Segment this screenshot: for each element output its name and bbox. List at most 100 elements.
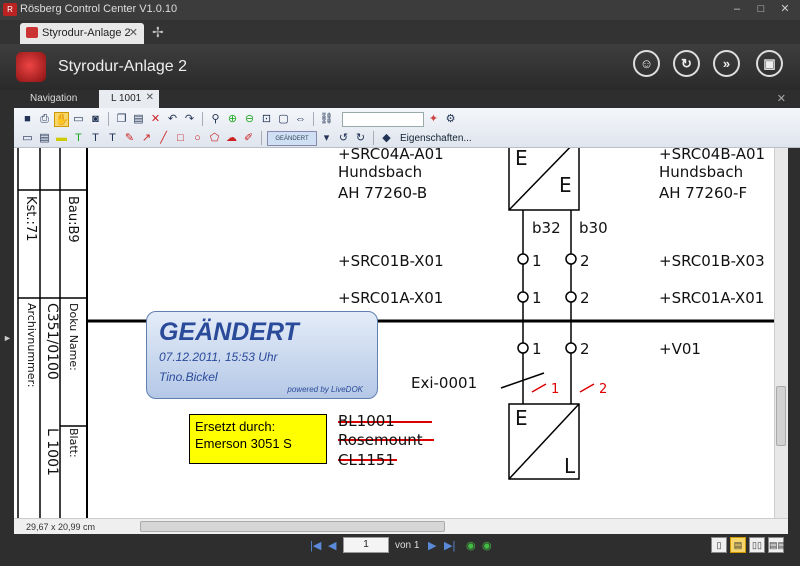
window-edge bbox=[788, 148, 800, 534]
separator bbox=[373, 131, 374, 145]
forward-nav-icon[interactable]: ◉ bbox=[482, 539, 492, 552]
stamp-date: 07.12.2011, 15:53 Uhr bbox=[159, 350, 278, 364]
maximize-button[interactable]: □ bbox=[750, 2, 772, 16]
pin-2: 2 bbox=[580, 252, 590, 270]
pen-icon[interactable]: ✎ bbox=[122, 131, 137, 146]
cloud-icon[interactable]: ☁ bbox=[224, 131, 239, 146]
tools-icon[interactable]: ⚙ bbox=[443, 112, 458, 127]
pin-1: 1 bbox=[532, 340, 542, 358]
save-icon[interactable]: ■ bbox=[20, 112, 35, 127]
highlight-icon[interactable]: ✐ bbox=[241, 131, 256, 146]
changed-stamp[interactable]: GEÄNDERT 07.12.2011, 15:53 Uhr Tino.Bick… bbox=[146, 311, 378, 399]
pin-2: 2 bbox=[580, 289, 590, 307]
navigation-collapsed-strip[interactable]: ► bbox=[0, 108, 14, 534]
close-button[interactable]: ✕ bbox=[774, 2, 796, 16]
vertical-scroll-thumb[interactable] bbox=[776, 386, 786, 446]
left-terminal-a: +SRC01A-X01 bbox=[338, 289, 444, 307]
two-page-view-icon[interactable]: ▯▯ bbox=[749, 537, 765, 553]
terminal-b30: b30 bbox=[579, 219, 608, 237]
new-tab-icon[interactable]: ✢ bbox=[152, 24, 164, 41]
note-line1: Ersetzt durch: bbox=[195, 419, 276, 434]
pin-2: 2 bbox=[580, 340, 590, 358]
exi-label: Exi-0001 bbox=[411, 374, 478, 392]
underline-icon[interactable]: T bbox=[105, 131, 120, 146]
continuous-view-icon[interactable]: ▤ bbox=[730, 537, 746, 553]
tab-styrodur-anlage[interactable]: Styrodur-Anlage 2 ✕ bbox=[20, 23, 144, 44]
close-pane-icon[interactable]: ✕ bbox=[777, 92, 786, 105]
left-tag: +SRC04A-A01 bbox=[338, 148, 444, 163]
image-icon[interactable]: ▣ bbox=[756, 50, 783, 77]
tab-document[interactable]: L 1001 ✕ bbox=[99, 90, 159, 108]
zoom-out-icon[interactable]: ⊖ bbox=[242, 112, 257, 127]
dropdown-icon[interactable]: ▾ bbox=[319, 131, 334, 146]
right-terminal-a: +SRC01A-X01 bbox=[659, 289, 765, 307]
copy-icon[interactable]: ❐ bbox=[114, 112, 129, 127]
redo-icon[interactable]: ↷ bbox=[182, 112, 197, 127]
strikeout-icon[interactable]: T bbox=[88, 131, 103, 146]
close-tab-icon[interactable]: ✕ bbox=[146, 92, 154, 103]
right-terminal-b: +SRC01B-X03 bbox=[659, 252, 765, 270]
block-top-e2: E bbox=[559, 173, 572, 197]
callout-icon[interactable]: ▬ bbox=[54, 131, 69, 146]
last-page-icon[interactable]: ▶| bbox=[444, 539, 455, 552]
arrow-icon[interactable]: ↗ bbox=[139, 131, 154, 146]
replacement-note[interactable]: Ersetzt durch: Emerson 3051 S bbox=[189, 414, 327, 464]
vertical-scrollbar[interactable] bbox=[774, 148, 788, 518]
horizontal-scroll-thumb[interactable] bbox=[140, 521, 445, 532]
markup-icon[interactable]: ✦ bbox=[426, 112, 441, 127]
pan-hand-icon[interactable]: ✋ bbox=[54, 111, 69, 127]
zoom-icon[interactable]: ⚲ bbox=[208, 112, 223, 127]
fit-width-icon[interactable]: ⇔ bbox=[293, 112, 308, 127]
next-page-icon[interactable]: ▶ bbox=[428, 539, 436, 552]
close-tab-icon[interactable]: ✕ bbox=[129, 26, 138, 39]
paste-icon[interactable]: ▤ bbox=[131, 112, 146, 127]
sheet-value: L 1001 bbox=[44, 428, 60, 476]
fit-page-icon[interactable]: ⊡ bbox=[259, 112, 274, 127]
first-page-icon[interactable]: |◀ bbox=[310, 539, 321, 552]
expand-icon[interactable]: ► bbox=[3, 333, 12, 343]
app-window: R Rösberg Control Center V1.0.10 – □ ✕ S… bbox=[0, 0, 800, 566]
undo-icon[interactable]: ↶ bbox=[165, 112, 180, 127]
cost-center-label: Kst.:71 bbox=[23, 196, 38, 242]
two-page-continuous-view-icon[interactable]: ▤▤ bbox=[768, 537, 786, 553]
redline-1: 1 bbox=[551, 382, 560, 397]
rotate-left-icon[interactable]: ↺ bbox=[336, 131, 351, 146]
layer-select[interactable] bbox=[342, 111, 424, 127]
redline-2: 2 bbox=[599, 382, 608, 397]
properties-icon[interactable]: ◆ bbox=[379, 131, 394, 146]
rectangle-icon[interactable]: □ bbox=[173, 131, 188, 146]
page-count: von 1 bbox=[395, 540, 420, 551]
drawing-canvas[interactable]: Kst.:71 Bau:B9 Archivnummer: Doku Name: … bbox=[14, 148, 774, 518]
delete-icon[interactable]: ✕ bbox=[148, 112, 163, 127]
print-icon[interactable]: ⎙ bbox=[37, 112, 52, 127]
properties-button[interactable]: Eigenschaften... bbox=[400, 133, 472, 144]
actual-size-icon[interactable]: ▢ bbox=[276, 112, 291, 127]
block-top-e: E bbox=[515, 148, 528, 170]
single-page-view-icon[interactable]: ▯ bbox=[711, 537, 727, 553]
comment-icon[interactable]: ▭ bbox=[20, 131, 35, 146]
link-icon[interactable]: ⛓ bbox=[319, 112, 334, 127]
pin-1: 1 bbox=[532, 252, 542, 270]
stamp-title: GEÄNDERT bbox=[159, 318, 299, 346]
minimize-button[interactable]: – bbox=[726, 2, 748, 16]
text-icon[interactable]: T bbox=[71, 131, 86, 146]
select-icon[interactable]: ▭ bbox=[71, 112, 86, 127]
prev-page-icon[interactable]: ◀ bbox=[328, 539, 336, 552]
separator bbox=[202, 112, 203, 126]
stamp-picker[interactable]: GEÄNDERT bbox=[267, 130, 317, 146]
refresh-icon[interactable]: ↻ bbox=[673, 50, 700, 77]
rotate-right-icon[interactable]: ↻ bbox=[353, 131, 368, 146]
forward-icon[interactable]: » bbox=[713, 50, 740, 77]
note-icon[interactable]: ▤ bbox=[37, 131, 52, 146]
tab-navigation[interactable]: Navigation bbox=[30, 93, 77, 104]
user-icon[interactable]: ☺ bbox=[633, 50, 660, 77]
page-number-input[interactable]: 1 bbox=[343, 537, 389, 553]
camera-icon[interactable]: ◙ bbox=[88, 112, 103, 127]
zoom-in-icon[interactable]: ⊕ bbox=[225, 112, 240, 127]
back-icon[interactable]: ◉ bbox=[466, 539, 476, 552]
ellipse-icon[interactable]: ○ bbox=[190, 131, 205, 146]
doc-name-label: Doku Name: bbox=[67, 303, 80, 371]
polygon-icon[interactable]: ⬠ bbox=[207, 131, 222, 146]
line-icon[interactable]: ╱ bbox=[156, 131, 171, 146]
building-label: Bau:B9 bbox=[65, 196, 80, 243]
